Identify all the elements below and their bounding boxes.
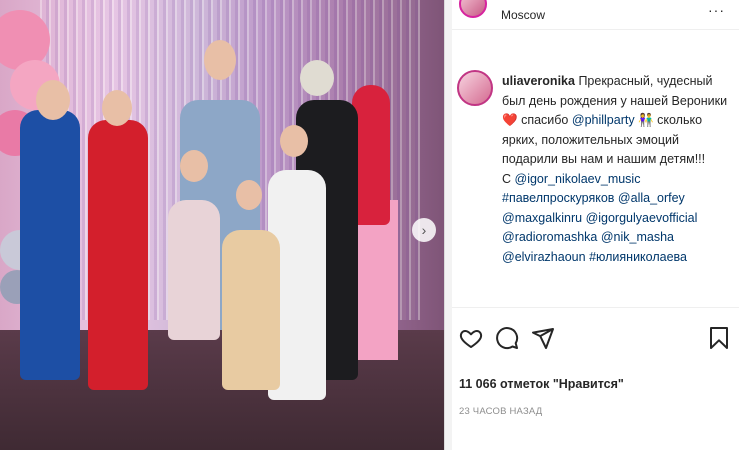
post-divider-strip	[444, 0, 452, 450]
photo-person-head	[102, 90, 132, 126]
location-link[interactable]: Moscow	[501, 8, 545, 22]
caption-body: спасибо	[521, 113, 569, 127]
comment-bubble-icon[interactable]	[495, 326, 519, 350]
red-heart-emoji-icon: ❤️	[502, 113, 518, 127]
mention-link[interactable]: @alla_orfey	[618, 191, 685, 205]
post-timestamp[interactable]: 23 ЧАСОВ НАЗАД	[459, 406, 542, 417]
caption-block: uliaveronika Прекрасный, чудесный был де…	[452, 66, 739, 302]
photo-person	[168, 200, 220, 340]
hashtag-link[interactable]: #павелпроскуряков	[502, 191, 614, 205]
photo-person-head	[36, 80, 70, 120]
post-photo[interactable]: ›	[0, 0, 444, 450]
avatar[interactable]	[459, 0, 487, 18]
divider	[452, 307, 739, 308]
post-side-panel: Moscow ··· uliaveronika Прекрасный, чуде…	[452, 0, 739, 450]
mention-link[interactable]: @radioromashka	[502, 230, 597, 244]
chevron-right-icon: ›	[421, 222, 427, 238]
paper-plane-icon[interactable]	[531, 326, 555, 350]
hashtag-link[interactable]: #юлияниколаева	[589, 250, 687, 264]
more-options-icon[interactable]: ···	[708, 2, 725, 18]
mention-link[interactable]: @igorgulyaevofficial	[586, 211, 698, 225]
post-header: Moscow ···	[452, 0, 739, 30]
likes-count[interactable]: 11 066 отметок "Нравится"	[459, 377, 624, 391]
mention-link[interactable]: @igor_nikolaev_music	[515, 172, 641, 186]
photo-person	[222, 230, 280, 390]
photo-person-head	[180, 150, 208, 182]
photo-person-head	[236, 180, 262, 210]
post-actions	[452, 322, 739, 358]
photo-person	[88, 120, 148, 390]
photo-person-head	[300, 60, 334, 96]
caption-body: С	[502, 171, 512, 186]
mention-link[interactable]: @nik_masha	[601, 230, 674, 244]
mention-link[interactable]: @phillparty	[572, 113, 635, 127]
caption-username[interactable]: uliaveronika	[502, 74, 575, 88]
mention-link[interactable]: @maxgalkinru	[502, 211, 582, 225]
photo-person-head	[280, 125, 308, 157]
carousel-next-button[interactable]: ›	[412, 218, 436, 242]
photo-person-head	[204, 40, 236, 80]
avatar[interactable]	[457, 70, 493, 106]
bookmark-icon[interactable]	[707, 326, 731, 350]
mention-link[interactable]: @elvirazhaoun	[502, 250, 586, 264]
people-emoji-icon: 👫	[638, 113, 654, 127]
heart-outline-icon[interactable]	[459, 326, 483, 350]
photo-person	[20, 110, 80, 380]
caption-text: uliaveronika Прекрасный, чудесный был де…	[502, 72, 732, 267]
